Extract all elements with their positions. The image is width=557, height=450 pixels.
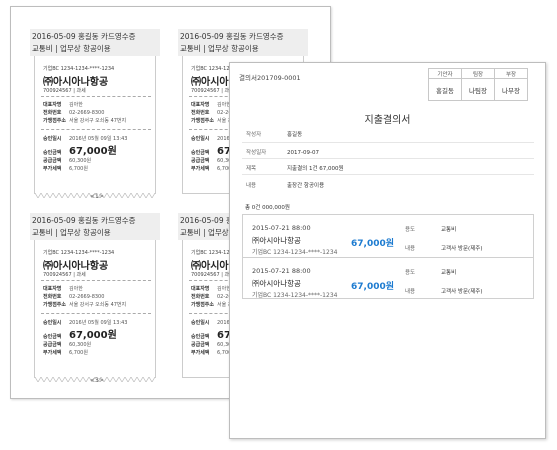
expense-date: 2015-07-21 88:00 [252,267,311,275]
content-label: 내용 [405,289,416,295]
info-label: 내용 [246,183,257,189]
document-id: 결의서201709-0001 [239,74,301,82]
info-label: 작성자 [246,132,262,138]
expense-list: 2015-07-21 88:00 ㈜아시아나항공 기업BC 1234-1234-… [242,214,534,299]
info-value: 출장간 항공이용 [287,183,325,189]
usage-value: 교통비 [441,270,457,276]
receipt-row-rep: 대표자명 김아한 [191,102,231,108]
receipt-business-number: 700924567 | 과세 [43,88,86,94]
receipt-row-vat: 부가세액 6,700원 [43,166,88,172]
expense-card-number: 기업BC 1234-1234-****-1234 [252,292,338,299]
receipt-business-number: 700924567 | 과세 [191,272,234,278]
info-label: 작성일자 [246,150,267,156]
receipt-row-amount: 승인금액67,000원 [43,330,117,341]
receipt-header: 2016-05-09 홍길동 카드영수증 교통비 | 업무상 항공이용 [30,29,160,56]
receipt-row-date: 승인일시2016년 05월 09일 13:43 [43,320,128,326]
receipt-title: 2016-05-09 홍길동 카드영수증 [32,216,136,225]
info-row-author: 작성자 홍길동 [246,130,302,138]
info-row-content: 내용 출장간 항공이용 [246,181,324,189]
receipt-row-vat: 부가세액 6,700원 [43,350,88,356]
info-value: 지출결의 1건 67,000원 [287,166,344,172]
divider [242,174,534,175]
receipt-subtitle: 교통비 | 업무상 항공이용 [180,44,259,53]
info-value: 2017-09-07 [287,150,319,156]
receipt-paper: 기업BC 1234-1234-****-1234 ㈜아시아나항공 7009245… [34,56,156,198]
info-label: 제목 [246,166,257,172]
usage-value: 교통비 [441,227,457,233]
receipt-row-tel: 전화번호02-2669-8300 [43,110,105,116]
receipt-row-rep: 대표자명 김아한 [43,102,83,108]
approval-header-director: 부장 [494,68,528,79]
divider [41,280,151,281]
card-receipt: 2016-05-09 홍길동 카드영수증 교통비 | 업무상 항공이용 기업BC… [30,29,160,198]
receipt-card-number: 기업BC 1234-1234-****-1234 [43,66,115,72]
expense-merchant: ㈜아시아나항공 [252,236,301,245]
receipt-merchant: ㈜아시아나항공 [43,261,109,272]
info-value: 홍길동 [287,132,303,138]
receipt-row-address: 가맹점주소서울 강서구 오쇠동 47번지 [43,302,127,308]
content-value: 고객사 방문(제주) [441,289,483,295]
approval-name-director: 나부장 [494,78,528,101]
receipt-card-number: 기업BC 1234-1234-****-1234 [43,250,115,256]
divider [242,142,534,143]
approval-name-team-lead: 나팀장 [461,78,495,101]
receipt-paper: 기업BC 1234-1234-****-1234 ㈜아시아나항공 7009245… [34,240,156,382]
receipt-row-supply: 공급금액60,300원 [43,158,92,164]
receipt-row-rep: 대표자명 김아한 [43,286,83,292]
usage-label: 용도 [405,270,416,276]
expense-item[interactable]: 2015-07-21 88:00 ㈜아시아나항공 기업BC 1234-1234-… [243,215,533,258]
total-summary: 총 0건 000,000원 [245,205,290,211]
receipt-business-number: 700924567 | 과세 [43,272,86,278]
expense-resolution-page: 결의서201709-0001 기안자 팀장 부장 홍길동 나팀장 나부장 지출결… [229,62,546,439]
page-number: <1> [90,193,104,200]
divider [41,129,151,130]
divider [41,313,151,314]
receipt-merchant: ㈜아시아나항공 [43,77,109,88]
info-row-date: 작성일자 2017-09-07 [246,148,319,156]
divider [242,158,534,159]
content-label: 내용 [405,246,416,252]
approval-header-drafter: 기안자 [428,68,462,79]
receipt-row-date: 승인일시2016년 05월 09일 13:43 [43,136,128,142]
receipt-row-address: 가맹점주소서울 강서구 오쇠동 47번지 [43,118,127,124]
document-title: 지출결의서 [364,115,411,126]
receipt-subtitle: 교통비 | 업무상 항공이용 [32,228,111,237]
receipt-business-number: 700924567 | 과세 [191,88,234,94]
card-receipt: 2016-05-09 홍길동 카드영수증 교통비 | 업무상 항공이용 기업BC… [30,213,160,382]
receipt-header: 2016-05-09 홍길동 카드영수증 교통비 | 업무상 항공이용 [30,213,160,240]
expense-merchant: ㈜아시아나항공 [252,279,301,288]
receipt-row-tel: 전화번호02-2669-8300 [43,294,105,300]
expense-item[interactable]: 2015-07-21 88:00 ㈜아시아나항공 기업BC 1234-1234-… [243,258,533,300]
receipt-row-supply: 공급금액60,300원 [43,342,92,348]
expense-card-number: 기업BC 1234-1234-****-1234 [252,249,338,256]
approval-table: 기안자 팀장 부장 홍길동 나팀장 나부장 [428,68,528,101]
expense-date: 2015-07-21 88:00 [252,224,311,232]
divider [41,96,151,97]
approval-name-drafter: 홍길동 [428,78,462,101]
receipt-title: 2016-05-09 홍길동 카드영수증 [32,32,136,41]
receipt-row-rep: 대표자명 김아한 [191,286,231,292]
approval-header-team-lead: 팀장 [461,68,495,79]
page-number: <3> [90,377,104,384]
receipt-subtitle: 교통비 | 업무상 항공이용 [32,44,111,53]
info-row-subject: 제목 지출결의 1건 67,000원 [246,164,344,172]
expense-amount: 67,000원 [351,282,395,292]
expense-amount: 67,000원 [351,239,395,249]
usage-label: 용도 [405,227,416,233]
content-value: 고객사 방문(제주) [441,246,483,252]
receipt-row-amount: 승인금액67,000원 [43,146,117,157]
receipt-header: 2016-05-09 홍길동 카드영수증 교통비 | 업무상 항공이용 [178,29,308,56]
receipt-title: 2016-05-09 홍길동 카드영수증 [180,32,284,41]
